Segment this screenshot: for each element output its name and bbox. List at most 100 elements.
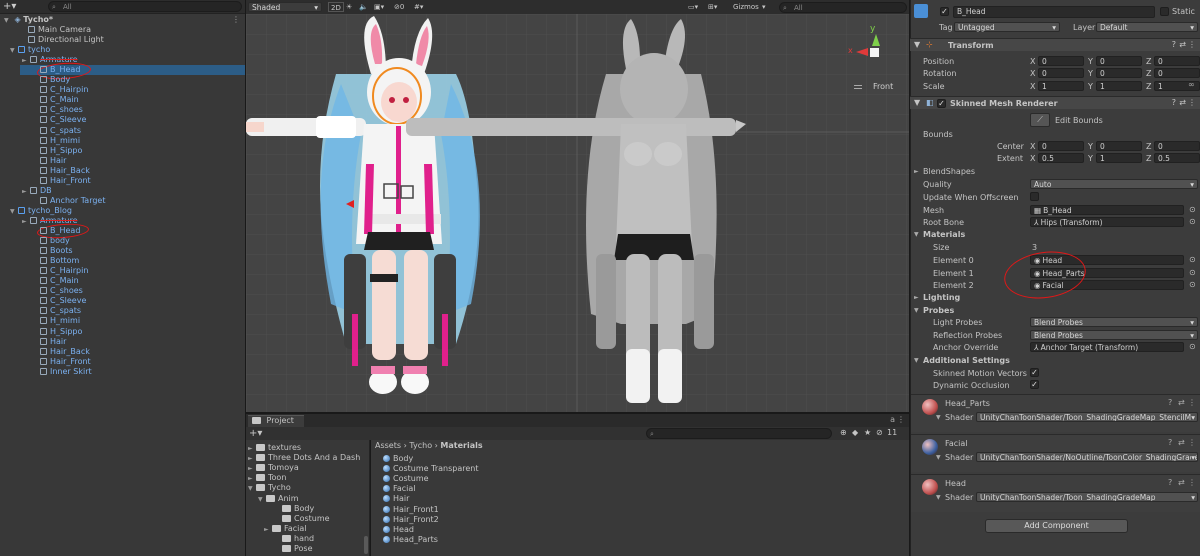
material-asset[interactable]: Head bbox=[383, 525, 414, 535]
camera-settings-icon[interactable]: ▭▾ bbox=[688, 2, 698, 12]
hierarchy-item[interactable]: B_Head bbox=[40, 65, 80, 75]
preset-icon[interactable]: ⇄ bbox=[1179, 40, 1186, 49]
breadcrumb-materials[interactable]: Materials bbox=[440, 441, 482, 450]
expand-arrow-icon[interactable]: ▼ bbox=[10, 207, 18, 217]
reflection-probes-dropdown[interactable]: Blend Probes ▾ bbox=[1030, 330, 1198, 340]
material-asset[interactable]: Facial bbox=[383, 484, 416, 494]
folder-item[interactable]: hand bbox=[282, 534, 314, 544]
breadcrumb-tycho[interactable]: Tycho bbox=[409, 441, 432, 450]
hierarchy-item[interactable]: B_Head bbox=[40, 226, 80, 236]
scene-root[interactable]: ▼ ◈ Tycho* bbox=[4, 15, 53, 25]
hierarchy-item[interactable]: C_Main bbox=[40, 95, 79, 105]
position-z-field[interactable]: 0 bbox=[1154, 56, 1200, 66]
favorite-icon[interactable]: ★ bbox=[864, 428, 871, 437]
lighting-toggle-icon[interactable]: ☀ bbox=[346, 2, 352, 12]
object-picker-icon[interactable]: ⊙ bbox=[1189, 342, 1196, 351]
hidden-objects-icon[interactable]: ⊘0 bbox=[394, 2, 404, 12]
object-name-field[interactable]: B_Head bbox=[953, 6, 1155, 18]
hierarchy-item[interactable]: Hair_Back bbox=[40, 347, 90, 357]
help-icon[interactable]: ? bbox=[1168, 438, 1172, 447]
expand-arrow-icon[interactable]: ► bbox=[22, 217, 30, 227]
shading-mode-dropdown[interactable]: Shaded ▾ bbox=[248, 2, 322, 12]
hidden-packages-icon[interactable]: ⊘ bbox=[876, 428, 883, 437]
hierarchy-item[interactable]: H_mimi bbox=[40, 316, 80, 326]
materials-foldout[interactable]: Materials bbox=[923, 230, 965, 239]
material-asset[interactable]: Costume Transparent bbox=[383, 464, 478, 474]
material-asset[interactable]: Hair_Front2 bbox=[383, 515, 439, 525]
foldout-arrow-icon[interactable]: ▼ bbox=[936, 414, 941, 421]
hierarchy-item[interactable]: body bbox=[40, 236, 70, 246]
hierarchy-item[interactable]: Bottom bbox=[40, 256, 79, 266]
menu-icon[interactable]: ⋮ bbox=[1188, 98, 1196, 107]
hierarchy-item[interactable]: C_shoes bbox=[40, 286, 83, 296]
preset-icon[interactable]: ⇄ bbox=[1178, 438, 1185, 447]
foldout-arrow-icon[interactable]: ▼ bbox=[914, 307, 919, 314]
folder-item[interactable]: ► Tomoya bbox=[248, 463, 299, 473]
material-asset[interactable]: Head_Parts bbox=[383, 535, 438, 545]
center-z-field[interactable]: 0 bbox=[1154, 141, 1200, 151]
filter-type-icon[interactable]: ⊕ bbox=[840, 428, 847, 437]
hierarchy-item[interactable]: ► DB bbox=[22, 186, 52, 196]
y-axis-icon[interactable] bbox=[872, 34, 880, 46]
probes-foldout[interactable]: Probes bbox=[923, 306, 954, 315]
hierarchy-item[interactable]: Inner Skirt bbox=[40, 367, 92, 377]
help-icon[interactable]: ? bbox=[1168, 398, 1172, 407]
skinned-motion-checkbox[interactable]: ✓ bbox=[1030, 368, 1039, 377]
material-asset[interactable]: Hair bbox=[383, 494, 409, 504]
filter-label-icon[interactable]: ◆ bbox=[852, 428, 858, 437]
center-cube-icon[interactable] bbox=[870, 48, 879, 57]
view-menu-icon[interactable] bbox=[854, 85, 862, 89]
menu-icon[interactable]: ⋮ bbox=[1188, 40, 1196, 49]
shader-dropdown[interactable]: UnityChanToonShader/NoOutline/ToonColor_… bbox=[976, 452, 1198, 462]
hierarchy-item[interactable]: ▼ tycho bbox=[10, 45, 50, 55]
hierarchy-item[interactable]: C_shoes bbox=[40, 105, 83, 115]
additional-settings-foldout[interactable]: Additional Settings bbox=[923, 356, 1010, 365]
expand-arrow-icon[interactable]: ▼ bbox=[248, 484, 256, 494]
quality-dropdown[interactable]: Auto ▾ bbox=[1030, 179, 1198, 189]
hierarchy-item[interactable]: C_Sleeve bbox=[40, 296, 86, 306]
menu-icon[interactable]: ⋮ bbox=[1188, 398, 1196, 407]
foldout-arrow-icon[interactable]: ► bbox=[914, 294, 919, 301]
skinned-mesh-renderer-header[interactable]: ▼ ◧ ✓ Skinned Mesh Renderer ? ⇄ ⋮ bbox=[910, 96, 1200, 109]
lighting-foldout[interactable]: Lighting bbox=[923, 293, 960, 302]
expand-arrow-icon[interactable]: ► bbox=[22, 56, 30, 66]
light-probes-dropdown[interactable]: Blend Probes ▾ bbox=[1030, 317, 1198, 327]
folder-item[interactable]: ▼ Tycho bbox=[248, 483, 291, 493]
rotation-z-field[interactable]: 0 bbox=[1154, 68, 1200, 78]
audio-toggle-icon[interactable]: 🔈 bbox=[359, 2, 368, 12]
update-offscreen-checkbox[interactable] bbox=[1030, 192, 1039, 201]
hierarchy-item[interactable]: C_spats bbox=[40, 126, 81, 136]
help-icon[interactable]: ? bbox=[1172, 40, 1176, 49]
size-value[interactable]: 3 bbox=[1032, 243, 1037, 252]
hierarchy-item[interactable]: Hair_Back bbox=[40, 166, 90, 176]
folder-item[interactable]: ► Toon bbox=[248, 473, 286, 483]
tag-dropdown[interactable]: Untagged ▾ bbox=[954, 22, 1060, 32]
transform-header[interactable]: ▼ ⊹ Transform ? ⇄ ⋮ bbox=[910, 38, 1200, 51]
hierarchy-item[interactable]: C_Main bbox=[40, 276, 79, 286]
hierarchy-item[interactable]: H_mimi bbox=[40, 136, 80, 146]
static-checkbox[interactable] bbox=[1160, 7, 1169, 16]
extent-y-field[interactable]: 1 bbox=[1096, 153, 1142, 163]
scene-search-input[interactable]: ⌕ All bbox=[779, 2, 907, 13]
blendshapes-foldout[interactable]: BlendShapes bbox=[923, 167, 975, 176]
object-picker-icon[interactable]: ⊙ bbox=[1189, 255, 1196, 264]
object-picker-icon[interactable]: ⊙ bbox=[1189, 217, 1196, 226]
scene-view[interactable]: y x Front bbox=[246, 14, 909, 412]
preset-icon[interactable]: ⇄ bbox=[1178, 478, 1185, 487]
shader-dropdown[interactable]: UnityChanToonShader/Toon_ShadingGradeMap… bbox=[976, 412, 1198, 422]
folder-item[interactable]: ► Three Dots And a Dash bbox=[248, 453, 360, 463]
scrollbar[interactable] bbox=[364, 536, 368, 554]
foldout-arrow-icon[interactable]: ▼ bbox=[914, 231, 919, 238]
position-y-field[interactable]: 0 bbox=[1096, 56, 1142, 66]
position-x-field[interactable]: 0 bbox=[1038, 56, 1084, 66]
expand-arrow-icon[interactable]: ▼ bbox=[258, 495, 266, 505]
hierarchy-item[interactable]: Hair_Front bbox=[40, 176, 91, 186]
scale-y-field[interactable]: 1 bbox=[1096, 81, 1142, 91]
hierarchy-item[interactable]: H_Sippo bbox=[40, 327, 82, 337]
rotation-x-field[interactable]: 0 bbox=[1038, 68, 1084, 78]
edit-bounds-button[interactable]: ⟋ bbox=[1030, 113, 1050, 127]
preset-icon[interactable]: ⇄ bbox=[1178, 398, 1185, 407]
object-picker-icon[interactable]: ⊙ bbox=[1189, 280, 1196, 289]
constrain-proportions-icon[interactable]: ∞ bbox=[1188, 80, 1195, 89]
hierarchy-item[interactable]: C_Hairpin bbox=[40, 85, 88, 95]
